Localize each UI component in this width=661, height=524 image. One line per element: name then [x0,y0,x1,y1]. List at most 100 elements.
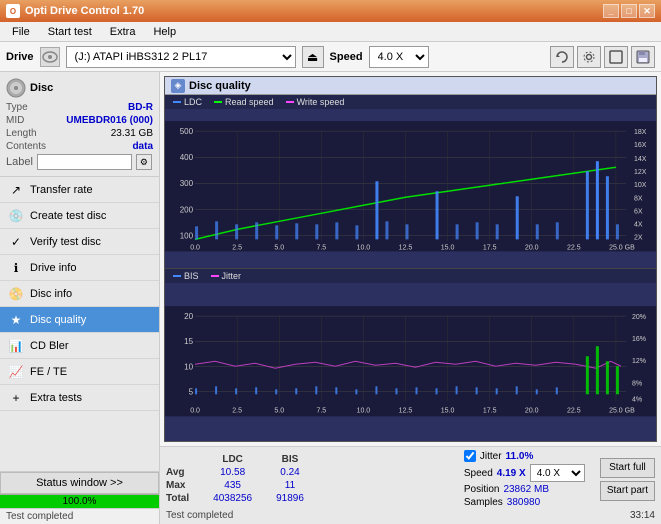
speed-select[interactable]: 4.0 X [369,46,429,68]
sidebar-item-disc-info[interactable]: 📀 Disc info [0,281,159,307]
drive-info-icon: ℹ [8,260,24,276]
svg-text:0.0: 0.0 [190,407,200,414]
row-avg-ldc: 10.58 [201,466,264,479]
disc-type-label: Type [6,102,28,113]
samples-label: Samples [464,497,503,508]
bottom-status-text: Test completed [166,510,233,521]
svg-text:4X: 4X [634,221,643,228]
start-part-button[interactable]: Start part [600,481,655,501]
cd-bler-icon: 📊 [8,338,24,354]
toolbar-actions [550,46,655,68]
status-text: Test completed [0,508,159,524]
svg-text:4%: 4% [632,396,642,403]
lower-chart-legend: BIS Jitter [165,269,656,283]
disc-length-value: 23.31 GB [111,128,153,139]
start-full-button[interactable]: Start full [600,458,655,478]
svg-text:12%: 12% [632,358,646,365]
svg-text:10.0: 10.0 [357,244,371,251]
svg-text:16X: 16X [634,142,647,149]
samples-row: Samples 380980 [464,497,594,508]
svg-text:15.0: 15.0 [441,244,455,251]
sidebar-item-cd-bler[interactable]: 📊 CD Bler [0,333,159,359]
sidebar-item-label: Transfer rate [30,184,93,196]
stats-area: LDC BIS Avg 10.58 0.24 Max [160,446,661,524]
fe-te-icon: 📈 [8,364,24,380]
progress-text: 100.0% [0,495,159,509]
svg-text:10: 10 [184,362,193,371]
sidebar-item-drive-info[interactable]: ℹ Drive info [0,255,159,281]
table-row: Avg 10.58 0.24 [166,466,316,479]
sidebar-item-verify-test-disc[interactable]: ✓ Verify test disc [0,229,159,255]
sidebar-item-fe-te[interactable]: 📈 FE / TE [0,359,159,385]
menu-start-test[interactable]: Start test [40,24,100,40]
main-content: Disc Type BD-R MID UMEBDR016 (000) Lengt… [0,72,661,524]
svg-text:14X: 14X [634,156,647,163]
edit-button[interactable] [604,46,628,68]
jitter-checkbox[interactable] [464,450,476,462]
sidebar-item-create-test-disc[interactable]: 💿 Create test disc [0,203,159,229]
menu-help[interactable]: Help [145,24,184,40]
svg-text:20%: 20% [632,314,646,321]
minimize-button[interactable]: _ [603,4,619,18]
disc-contents-label: Contents [6,141,46,152]
svg-text:10X: 10X [634,182,647,189]
menubar: File Start test Extra Help [0,22,661,42]
sidebar-item-label: Verify test disc [30,236,101,248]
bottom-status-row: Test completed 33:14 [166,510,655,521]
svg-text:18X: 18X [634,129,647,136]
close-button[interactable]: ✕ [639,4,655,18]
jitter-legend-color [211,275,219,277]
sidebar-item-transfer-rate[interactable]: ↗ Transfer rate [0,177,159,203]
svg-text:2.5: 2.5 [232,244,242,251]
svg-text:15.0: 15.0 [441,407,455,414]
window-controls[interactable]: _ □ ✕ [603,4,655,18]
svg-text:2.5: 2.5 [232,407,242,414]
disc-quality-icon: ★ [8,312,24,328]
maximize-button[interactable]: □ [621,4,637,18]
create-test-disc-icon: 💿 [8,208,24,224]
nav-items: ↗ Transfer rate 💿 Create test disc ✓ Ver… [0,177,159,411]
lower-chart: BIS Jitter [165,269,656,442]
speed-label: Speed [330,51,363,63]
svg-text:20.0: 20.0 [525,244,539,251]
app-title: Opti Drive Control 1.70 [25,5,144,17]
eject-button[interactable]: ⏏ [302,46,324,68]
svg-text:17.5: 17.5 [483,407,497,414]
ldc-legend-color [173,101,181,103]
sidebar-item-extra-tests[interactable]: + Extra tests [0,385,159,411]
svg-text:20: 20 [184,312,193,321]
read-legend-color [214,101,222,103]
chart-header: ◈ Disc quality [165,77,656,95]
speed-value: 4.19 X [497,468,526,479]
disc-label-input[interactable] [37,154,132,170]
sidebar-item-label: Create test disc [30,210,106,222]
speed-select-input[interactable]: 4.0 X [530,464,585,482]
position-row: Position 23862 MB [464,484,594,495]
upper-chart-legend: LDC Read speed Write speed [165,95,656,109]
settings-button[interactable] [577,46,601,68]
svg-text:5: 5 [189,387,194,396]
svg-text:5.0: 5.0 [274,244,284,251]
disc-panel-title: Disc [30,82,53,94]
status-bar: Status window >> 100.0% Test completed [0,471,159,524]
sidebar-item-disc-quality[interactable]: ★ Disc quality [0,307,159,333]
disc-label-button[interactable]: ⚙ [136,154,152,170]
svg-text:12.5: 12.5 [399,244,413,251]
right-panel: ◈ Disc quality LDC Read speed [160,72,661,524]
save-button[interactable] [631,46,655,68]
svg-text:25.0 GB: 25.0 GB [609,407,635,414]
bis-legend-color [173,275,181,277]
menu-extra[interactable]: Extra [102,24,144,40]
jitter-avg-value: 11.0% [506,451,534,462]
status-window-button[interactable]: Status window >> [0,472,159,494]
drive-select[interactable]: (J:) ATAPI iHBS312 2 PL17 [66,46,296,68]
chart-title: Disc quality [189,80,251,92]
svg-text:100: 100 [180,231,194,240]
menu-file[interactable]: File [4,24,38,40]
speed-row: Speed 4.19 X 4.0 X [464,464,594,482]
jitter-label: Jitter [222,271,242,281]
row-max-label: Max [166,479,201,492]
disc-label-label: Label [6,156,33,168]
legend-bis: BIS [173,271,199,281]
refresh-button[interactable] [550,46,574,68]
